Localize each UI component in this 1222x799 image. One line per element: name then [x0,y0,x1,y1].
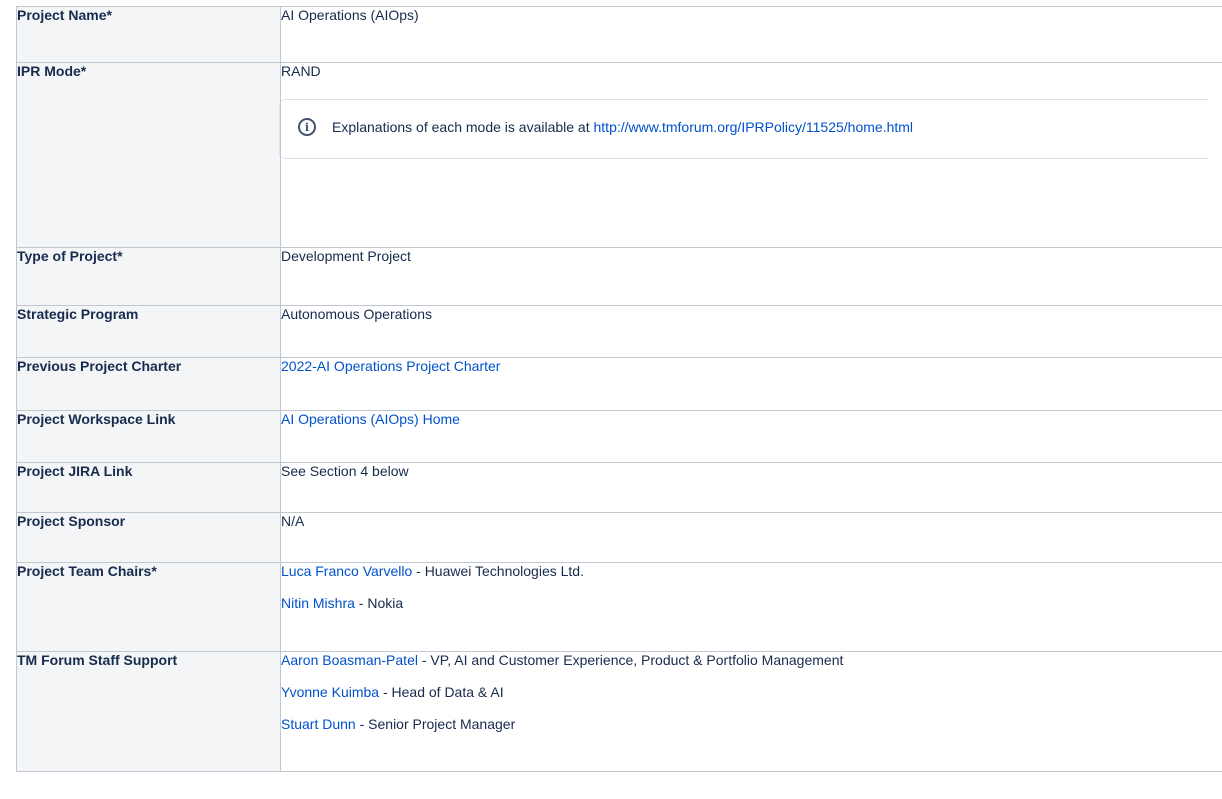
table-row: Type of Project* Development Project [16,247,1222,306]
row-label: Previous Project Charter [16,357,281,411]
table-row: Project Workspace Link AI Operations (AI… [16,410,1222,463]
jira-link-value: See Section 4 below [280,462,1222,513]
staff-entry: Aaron Boasman-Patel - VP, AI and Custome… [281,652,1222,684]
row-label: Strategic Program [16,305,281,358]
row-label: Project Name* [16,6,281,63]
ipr-policy-link[interactable]: http://www.tmforum.org/IPRPolicy/11525/h… [594,119,914,135]
table-row: Project Team Chairs* Luca Franco Varvell… [16,562,1222,652]
row-label: Project JIRA Link [16,462,281,513]
staff-entry: Stuart Dunn - Senior Project Manager [281,716,1222,748]
ipr-mode-value: RAND [281,63,321,79]
table-row: Previous Project Charter 2022-AI Operati… [16,357,1222,411]
person-role: - Head of Data & AI [379,684,504,700]
staff-entry: Yvonne Kuimba - Head of Data & AI [281,684,1222,716]
table-row: TM Forum Staff Support Aaron Boasman-Pat… [16,651,1222,772]
row-label: Type of Project* [16,247,281,306]
row-label: Project Workspace Link [16,410,281,463]
info-panel: i Explanations of each mode is available… [279,99,1209,159]
info-icon: i [298,118,316,136]
project-charter-table: Project Name* AI Operations (AIOps) IPR … [16,6,1222,772]
person-link[interactable]: Stuart Dunn [281,716,356,732]
info-message: Explanations of each mode is available a… [332,119,913,135]
table-row: Project Name* AI Operations (AIOps) [16,6,1222,63]
strategic-program-value: Autonomous Operations [280,305,1222,358]
previous-charter-cell: 2022-AI Operations Project Charter [280,357,1222,411]
person-link[interactable]: Aaron Boasman-Patel [281,652,418,668]
previous-charter-link[interactable]: 2022-AI Operations Project Charter [281,358,500,374]
person-link[interactable]: Nitin Mishra [281,595,355,611]
person-role: - Nokia [354,595,404,611]
row-label: Project Team Chairs* [16,562,281,652]
person-role: - Senior Project Manager [355,716,516,732]
person-link[interactable]: Yvonne Kuimba [281,684,379,700]
sponsor-value: N/A [280,512,1222,563]
row-label: TM Forum Staff Support [16,651,281,772]
team-chairs-cell: Luca Franco Varvello - Huawei Technologi… [280,562,1222,652]
table-row: Strategic Program Autonomous Operations [16,305,1222,358]
workspace-link[interactable]: AI Operations (AIOps) Home [281,411,460,427]
chair-entry: Nitin Mishra - Nokia [281,595,1222,627]
workspace-link-cell: AI Operations (AIOps) Home [280,410,1222,463]
table-row: IPR Mode* RAND i Explanations of each mo… [16,62,1222,248]
staff-support-cell: Aaron Boasman-Patel - VP, AI and Custome… [280,651,1222,772]
type-of-project-value: Development Project [280,247,1222,306]
chair-entry: Luca Franco Varvello - Huawei Technologi… [281,563,1222,595]
person-link[interactable]: Luca Franco Varvello [281,563,412,579]
row-label: Project Sponsor [16,512,281,563]
row-label: IPR Mode* [16,62,281,248]
ipr-mode-cell: RAND i Explanations of each mode is avai… [279,62,1222,248]
table-row: Project Sponsor N/A [16,512,1222,563]
person-role: - Huawei Technologies Ltd. [412,563,584,579]
info-text: Explanations of each mode is available a… [332,119,594,135]
person-role: - VP, AI and Customer Experience, Produc… [417,652,844,668]
project-name-value: AI Operations (AIOps) [280,6,1222,63]
table-row: Project JIRA Link See Section 4 below [16,462,1222,513]
